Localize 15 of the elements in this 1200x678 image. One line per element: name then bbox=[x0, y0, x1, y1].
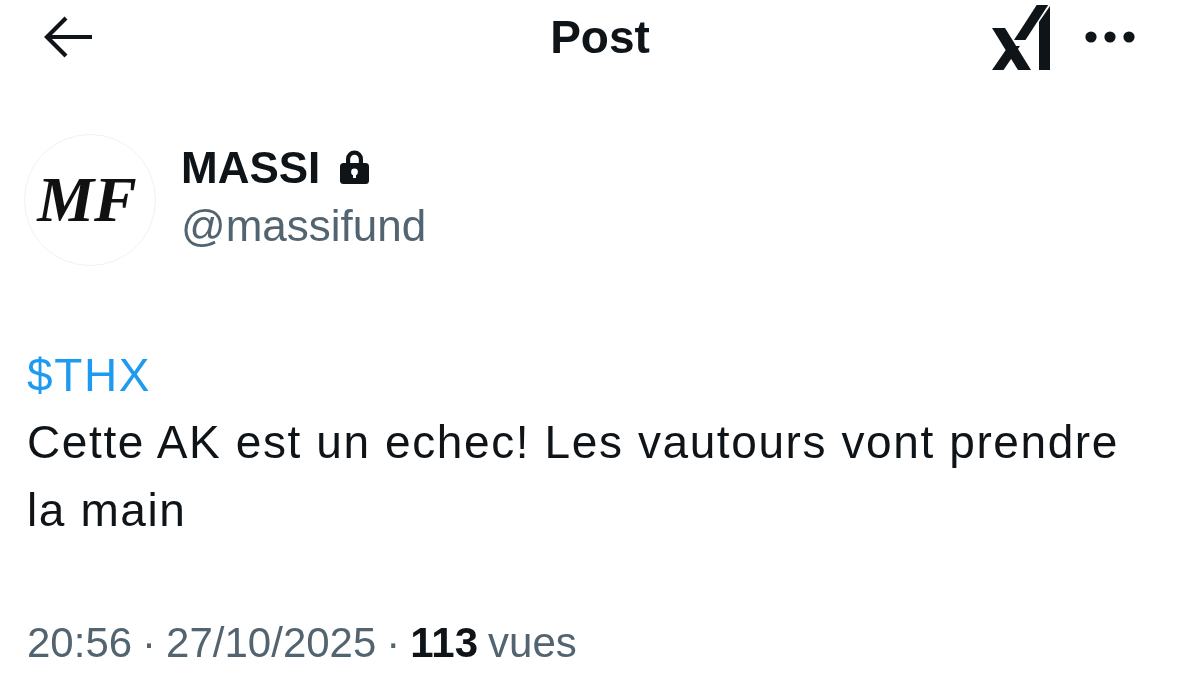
post-time: 20:56 bbox=[27, 618, 133, 668]
avatar-monogram: MF bbox=[37, 168, 138, 232]
post-text: Cette AK est un echec! Les vautours vont prendre la main bbox=[27, 415, 1120, 538]
separator-dot: · bbox=[142, 618, 157, 668]
slash-logo-icon[interactable] bbox=[990, 4, 1050, 70]
author-handle[interactable]: @massifund bbox=[181, 201, 427, 251]
author-name[interactable]: MASSI bbox=[181, 143, 321, 193]
views-label: vues bbox=[488, 618, 577, 668]
more-options-icon[interactable] bbox=[1085, 31, 1135, 43]
back-arrow-icon[interactable] bbox=[43, 16, 93, 58]
separator-dot: · bbox=[386, 618, 401, 668]
views-count: 113 bbox=[410, 618, 479, 668]
post-date: 27/10/2025 bbox=[166, 618, 377, 668]
page-title: Post bbox=[550, 14, 650, 60]
avatar[interactable]: MF bbox=[24, 134, 156, 266]
